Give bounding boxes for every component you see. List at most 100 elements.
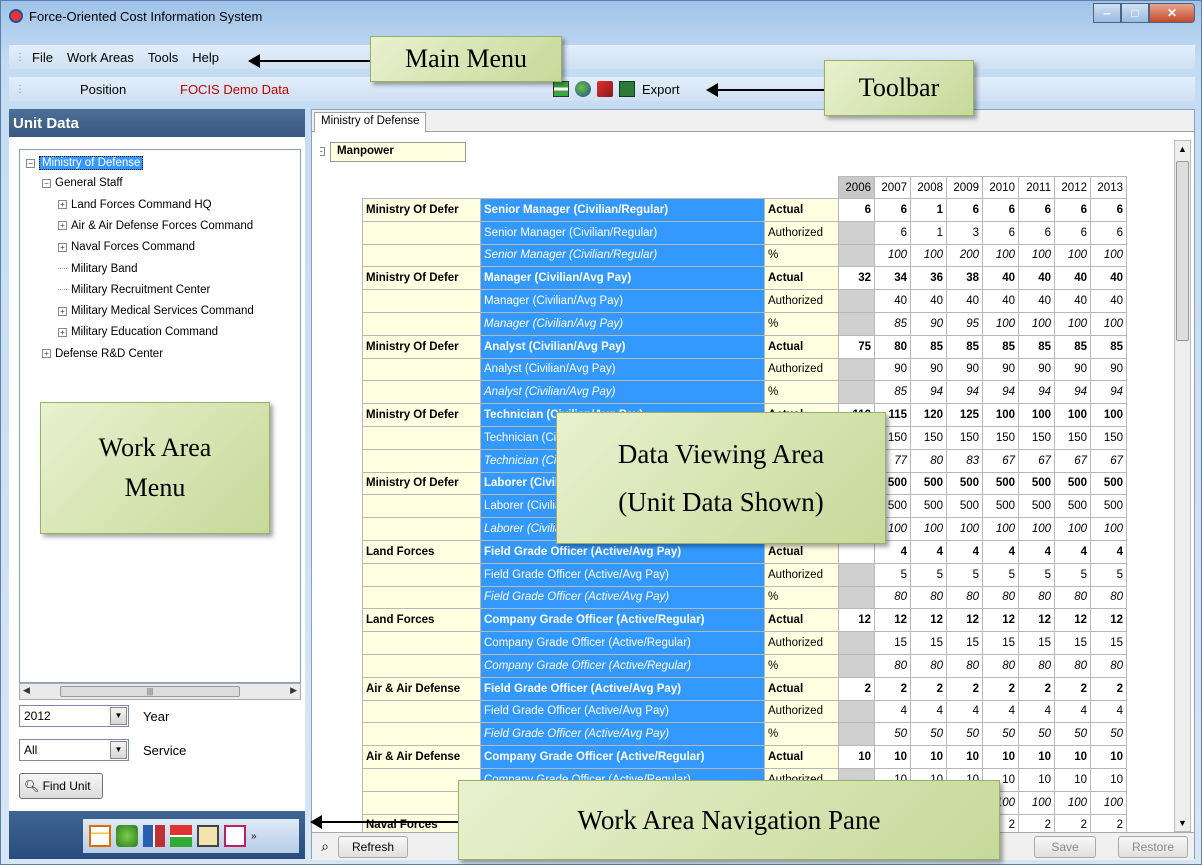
value-cell[interactable]: 15 (910, 631, 947, 655)
year-column-header[interactable]: 2007 (874, 176, 911, 199)
position-value[interactable]: FOCIS Demo Data (180, 82, 550, 97)
value-cell[interactable]: 10 (1090, 767, 1127, 792)
value-cell[interactable]: 90 (1018, 357, 1055, 382)
value-cell[interactable]: 4 (910, 699, 947, 724)
value-cell[interactable]: 5 (982, 562, 1019, 587)
year-column-header[interactable]: 2006 (838, 176, 875, 199)
tree-node[interactable]: + Land Forces Command HQ (58, 199, 212, 211)
value-cell[interactable] (838, 289, 875, 313)
scroll-down-icon[interactable]: ▼ (1178, 818, 1187, 828)
value-cell[interactable]: 40 (982, 289, 1019, 313)
tree-node[interactable]: − General Staff (42, 177, 123, 189)
value-cell[interactable]: 500 (1018, 494, 1055, 519)
year-column-header[interactable]: 2013 (1090, 176, 1127, 199)
collapse-icon[interactable]: − (320, 147, 325, 156)
value-cell[interactable]: 15 (874, 631, 911, 655)
value-cell[interactable]: 5 (1090, 562, 1127, 587)
close-button[interactable]: ✕ (1149, 3, 1195, 23)
tree-node[interactable]: + Defense R&D Center (42, 348, 163, 360)
year-column-header[interactable]: 2010 (982, 176, 1019, 199)
org-chart-icon[interactable] (170, 825, 192, 847)
collapse-icon[interactable]: − (26, 158, 35, 168)
money-icon[interactable] (116, 825, 138, 847)
tree-node[interactable]: Military Recruitment Center (58, 284, 210, 296)
value-cell[interactable]: 40 (910, 289, 947, 313)
year-column-header[interactable]: 2008 (910, 176, 947, 199)
value-cell[interactable]: 500 (1054, 494, 1091, 519)
chart-icon[interactable] (224, 825, 246, 847)
maximize-button[interactable]: □ (1121, 3, 1149, 23)
menu-file[interactable]: File (32, 50, 53, 65)
value-cell[interactable]: 5 (1018, 562, 1055, 587)
scroll-thumb[interactable] (1176, 161, 1189, 341)
value-cell[interactable]: 4 (1090, 699, 1127, 724)
globe-icon[interactable] (575, 81, 591, 97)
value-cell[interactable]: 5 (946, 562, 983, 587)
value-cell[interactable]: 150 (1054, 425, 1091, 450)
value-cell[interactable]: 90 (1090, 357, 1127, 382)
excel-icon[interactable] (619, 81, 635, 97)
grid-icon[interactable] (553, 81, 569, 97)
value-cell[interactable] (838, 631, 875, 655)
value-cell[interactable]: 10 (1054, 767, 1091, 792)
find-unit-button[interactable]: 🔍︎ Find Unit (19, 773, 103, 799)
value-cell[interactable]: 5 (874, 562, 911, 587)
value-cell[interactable]: 3 (946, 220, 983, 245)
refresh-button[interactable]: Refresh (338, 836, 408, 858)
chevron-down-icon[interactable]: ▼ (110, 741, 127, 759)
book-icon[interactable] (597, 81, 613, 97)
value-cell[interactable]: 4 (946, 699, 983, 724)
menu-grip-icon[interactable]: ⋮ (15, 52, 25, 63)
value-cell[interactable]: 40 (1090, 289, 1127, 313)
export-button[interactable]: Export (642, 82, 680, 97)
collapse-icon[interactable]: − (42, 178, 51, 188)
year-select[interactable]: 2012 ▼ (19, 705, 129, 727)
value-cell[interactable]: 15 (1090, 631, 1127, 655)
value-cell[interactable]: 15 (982, 631, 1019, 655)
value-cell[interactable]: 40 (1018, 289, 1055, 313)
value-cell[interactable]: 150 (946, 425, 983, 450)
expand-icon[interactable]: + (42, 349, 51, 359)
value-cell[interactable]: 40 (1054, 289, 1091, 313)
year-column-header[interactable]: 2009 (946, 176, 983, 199)
network-icon[interactable] (143, 825, 165, 847)
scroll-thumb[interactable]: ||| (60, 686, 240, 697)
value-cell[interactable]: 4 (874, 699, 911, 724)
value-cell[interactable]: 150 (1090, 425, 1127, 450)
tab-ministry-of-defense[interactable]: Ministry of Defense (314, 112, 427, 132)
value-cell[interactable]: 90 (874, 357, 911, 382)
tree-node[interactable]: + Naval Forces Command (58, 241, 195, 253)
year-column-header[interactable]: 2012 (1054, 176, 1091, 199)
minimize-button[interactable]: ‒ (1093, 3, 1121, 23)
scroll-left-icon[interactable]: ◀ (23, 685, 30, 696)
value-cell[interactable]: 150 (982, 425, 1019, 450)
value-cell[interactable]: 500 (946, 494, 983, 519)
save-button[interactable]: Save (1034, 836, 1096, 858)
restore-button[interactable]: Restore (1118, 836, 1188, 858)
grid-vertical-scrollbar[interactable]: ▲ ▼ (1174, 140, 1191, 832)
value-cell[interactable]: 15 (1054, 631, 1091, 655)
value-cell[interactable]: 90 (1054, 357, 1091, 382)
expand-icon[interactable]: + (58, 327, 67, 337)
manpower-section-header[interactable]: Manpower (330, 142, 466, 162)
expand-icon[interactable]: + (58, 242, 67, 252)
value-cell[interactable]: 5 (910, 562, 947, 587)
value-cell[interactable]: 5 (1054, 562, 1091, 587)
value-cell[interactable]: 1 (910, 220, 947, 245)
value-cell[interactable]: 4 (982, 699, 1019, 724)
tree-node[interactable]: − Ministry of Defense (26, 156, 144, 170)
scroll-up-icon[interactable]: ▲ (1178, 144, 1187, 154)
service-select[interactable]: All ▼ (19, 739, 129, 761)
binoculars-icon[interactable]: ⌕ (314, 836, 336, 858)
value-cell[interactable]: 6 (1090, 220, 1127, 245)
expand-icon[interactable]: + (58, 221, 67, 231)
value-cell[interactable] (838, 357, 875, 382)
value-cell[interactable] (838, 562, 875, 587)
value-cell[interactable]: 500 (1090, 494, 1127, 519)
tree-node[interactable]: Military Band (58, 263, 137, 275)
value-cell[interactable]: 500 (910, 494, 947, 519)
value-cell[interactable]: 150 (1018, 425, 1055, 450)
documents-icon[interactable] (197, 825, 219, 847)
value-cell[interactable]: 6 (1054, 220, 1091, 245)
value-cell[interactable]: 4 (1054, 699, 1091, 724)
